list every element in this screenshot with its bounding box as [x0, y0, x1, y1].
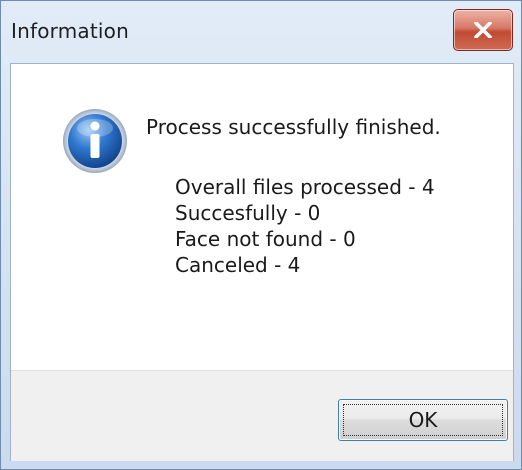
- detail-face-not-found: Face not found - 0: [175, 227, 356, 251]
- info-icon: [62, 108, 128, 174]
- information-dialog: Information Process successfully finishe…: [0, 0, 522, 470]
- title-bar[interactable]: Information: [1, 1, 521, 63]
- close-icon: [474, 22, 492, 38]
- ok-button[interactable]: OK: [338, 399, 508, 441]
- detail-canceled: Canceled - 4: [175, 253, 301, 277]
- details-list: Overall files processed - 4 Succesfully …: [175, 174, 435, 278]
- message-text: Process successfully finished.: [146, 115, 441, 139]
- message-area: Process successfully finished. Overall f…: [11, 64, 513, 370]
- window-title: Information: [11, 19, 129, 43]
- detail-overall-files: Overall files processed - 4: [175, 175, 435, 199]
- dialog-client-area: Process successfully finished. Overall f…: [10, 63, 514, 461]
- button-bar: OK: [11, 370, 513, 461]
- detail-successfully: Succesfully - 0: [175, 201, 321, 225]
- close-button[interactable]: [453, 9, 513, 51]
- ok-button-label: OK: [408, 408, 438, 432]
